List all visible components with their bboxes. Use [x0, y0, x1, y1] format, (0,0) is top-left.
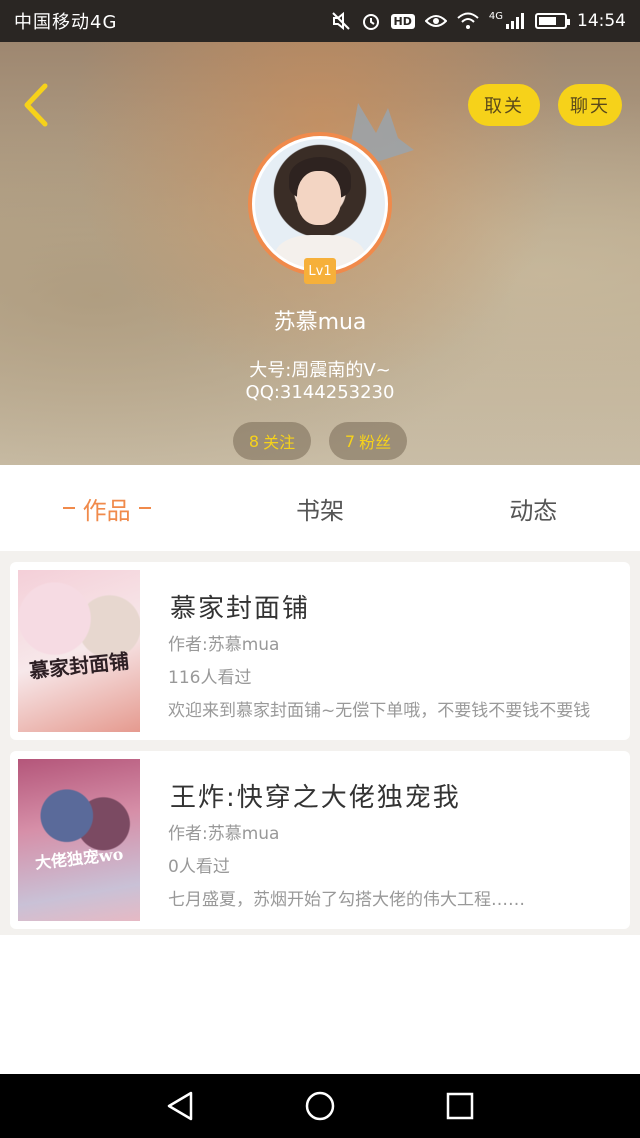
battery-icon	[535, 13, 570, 29]
book-author: 作者:苏慕mua	[168, 635, 280, 655]
following-stat[interactable]: 8 关注	[233, 422, 311, 460]
hd-badge: HD	[390, 13, 415, 29]
avatar[interactable]	[248, 132, 392, 276]
book-title: 慕家封面铺	[170, 594, 311, 624]
list-item[interactable]: 大佬独宠wo 王炸:快穿之大佬独宠我 作者:苏慕mua 0人看过 七月盛夏，苏烟…	[10, 751, 630, 929]
book-cover: 慕家封面铺	[18, 570, 140, 732]
nav-home-button[interactable]	[290, 1076, 350, 1136]
following-count: 8	[248, 431, 260, 451]
bio-line-1: 大号:周震南的V~	[249, 360, 391, 381]
book-title: 王炸:快穿之大佬独宠我	[170, 783, 461, 813]
book-cover: 大佬独宠wo	[18, 759, 140, 921]
followers-label: 粉丝	[359, 433, 392, 452]
book-author: 作者:苏慕mua	[168, 824, 280, 844]
circle-home-icon	[305, 1091, 335, 1121]
profile-header: 取关 聊天 Lv1 苏慕mua 大号:周震南的V~ QQ:3144253230 …	[0, 42, 640, 465]
cover-title: 慕家封面铺	[28, 648, 131, 684]
tab-bar: 作品 书架 动态	[0, 465, 640, 551]
chat-button[interactable]: 聊天	[558, 84, 622, 126]
book-views: 0人看过	[168, 857, 230, 877]
eye-icon	[424, 15, 447, 27]
network-label: 4G	[488, 11, 503, 22]
unfollow-button[interactable]: 取关	[468, 84, 540, 126]
carrier-label: 中国移动4G	[14, 12, 118, 33]
signal-icon	[506, 13, 524, 29]
clock: 14:54	[577, 11, 626, 31]
tab-bookshelf-label: 书架	[295, 496, 344, 525]
triangle-back-icon	[167, 1091, 193, 1121]
nav-back-button[interactable]	[150, 1076, 210, 1136]
tab-activity[interactable]: 动态	[427, 465, 640, 551]
book-description: 七月盛夏，苏烟开始了勾搭大佬的伟大工程……	[168, 890, 525, 910]
avatar-image	[255, 139, 385, 269]
nav-recent-button[interactable]	[430, 1076, 490, 1136]
followers-stat[interactable]: 7 粉丝	[329, 422, 407, 460]
back-button[interactable]	[14, 80, 58, 130]
tab-works-label: 作品	[82, 496, 131, 525]
tab-activity-label: 动态	[509, 496, 558, 525]
list-item[interactable]: 慕家封面铺 慕家封面铺 作者:苏慕mua 116人看过 欢迎来到慕家封面铺~无偿…	[10, 562, 630, 740]
book-description: 欢迎来到慕家封面铺~无偿下单哦，不要钱不要钱不要钱	[168, 701, 591, 721]
alarm-icon	[362, 14, 379, 30]
tab-bookshelf[interactable]: 书架	[213, 465, 426, 551]
mute-icon	[331, 11, 350, 31]
tab-works[interactable]: 作品	[0, 465, 213, 551]
status-icons: HD 4G 14:54	[331, 11, 626, 31]
cover-title: 大佬独宠wo	[34, 844, 125, 873]
navigation-bar	[0, 1074, 640, 1138]
level-badge: Lv1	[304, 258, 336, 284]
wifi-icon	[457, 12, 479, 29]
status-bar: 中国移动4G HD 4G 14:54	[0, 0, 640, 42]
following-label: 关注	[263, 433, 296, 452]
square-recent-icon	[446, 1092, 474, 1120]
book-views: 116人看过	[168, 668, 252, 688]
bio-line-2: QQ:3144253230	[245, 382, 395, 403]
chevron-left-icon	[24, 83, 48, 127]
username: 苏慕mua	[273, 310, 367, 335]
followers-count: 7	[344, 431, 356, 451]
